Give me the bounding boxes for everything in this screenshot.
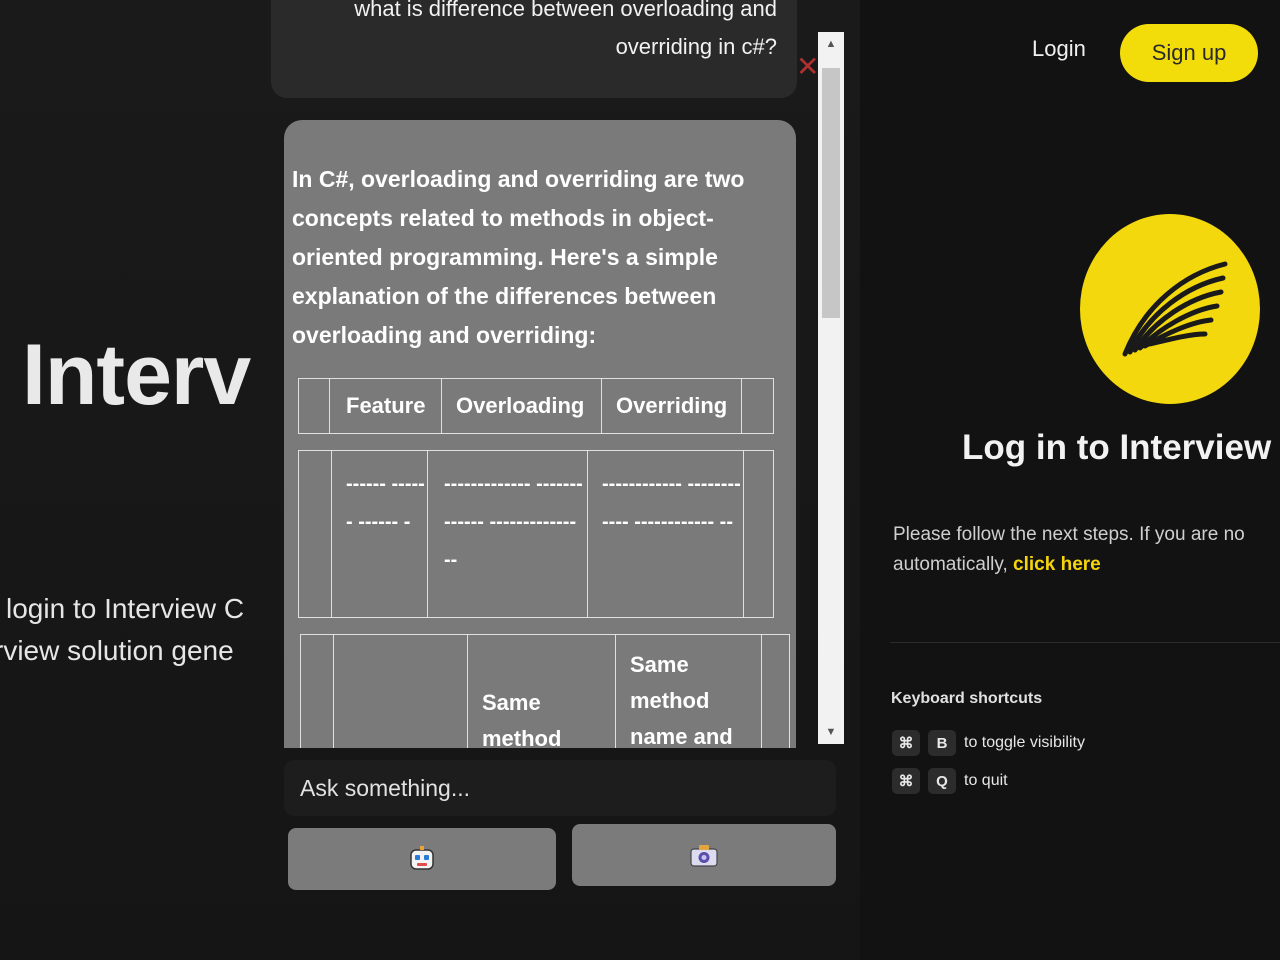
scroll-down-icon[interactable]: ▼ [818,726,844,738]
hero-subtitle-line1: login to Interview C [6,593,245,624]
camera-icon [690,845,718,867]
login-link[interactable]: Login [1032,36,1086,62]
click-here-link[interactable]: click here [1013,554,1101,575]
scroll-up-icon[interactable]: ▲ [818,38,844,50]
chat-scrollbar[interactable]: ▲ ▼ [818,32,844,744]
hero-title: Interv [22,327,251,423]
hero-subtitle: login to Interview C rview solution gene [0,588,245,672]
robot-icon [410,846,434,870]
row-empty-cell [761,635,789,748]
table-header-row: Feature Overloading Overriding [298,378,774,434]
command-key: ⌘ [892,730,920,756]
table-separator-row: ------ ------ ------ - ------------- ---… [298,450,774,618]
ask-input[interactable] [284,760,836,816]
table-first-row: Same method Same method name and [300,634,790,748]
login-panel [860,0,1280,960]
app-logo [1080,214,1260,404]
row-feature-cell [333,635,467,748]
header-feature: Feature [329,379,441,433]
key-q: Q [928,768,956,794]
row-overriding-cell: Same method name and [615,635,761,748]
screenshot-button[interactable] [572,824,836,886]
shortcut-label: to toggle visibility [964,734,1085,751]
login-heading: Log in to Interview C [962,428,1280,467]
header-overloading: Overloading [441,379,601,433]
signup-button[interactable]: Sign up [1120,24,1258,82]
shortcut-toggle: ⌘ B to toggle visibility [892,730,1085,756]
header-overriding: Overriding [601,379,741,433]
separator-cell: ------------ ------------ ------------ -… [587,451,743,617]
question-line2: overriding in c#? [615,34,777,59]
separator-cell: ------ ------ ------ - [331,451,427,617]
question-bubble: what is difference between overloading a… [271,0,797,98]
steps-text-line1: Please follow the next steps. If you are… [893,524,1245,545]
answer-intro: In C#, overloading and overriding are tw… [292,166,745,348]
close-icon[interactable]: ✕ [796,50,819,83]
shortcut-quit: ⌘ Q to quit [892,768,1008,794]
answer-card: In C#, overloading and overriding are tw… [284,120,796,748]
steps-text-line2: automatically, [893,554,1008,575]
robot-button[interactable] [288,828,556,890]
row-overloading-cell: Same method [467,635,615,748]
scrollbar-thumb[interactable] [822,68,840,318]
question-text: what is difference between overloading a… [277,0,777,66]
key-b: B [928,730,956,756]
separator-cell: ------------- ------------- ------------… [427,451,587,617]
hero-subtitle-line2: rview solution gene [0,635,234,666]
steps-text: Please follow the next steps. If you are… [893,520,1280,580]
wing-icon [1122,261,1228,357]
divider [890,642,1280,643]
shortcut-label: to quit [964,772,1008,789]
command-key: ⌘ [892,768,920,794]
shortcuts-title: Keyboard shortcuts [891,690,1043,707]
separator-cell-empty [743,451,771,617]
question-line1: what is difference between overloading a… [354,0,777,21]
header-empty [741,379,772,433]
